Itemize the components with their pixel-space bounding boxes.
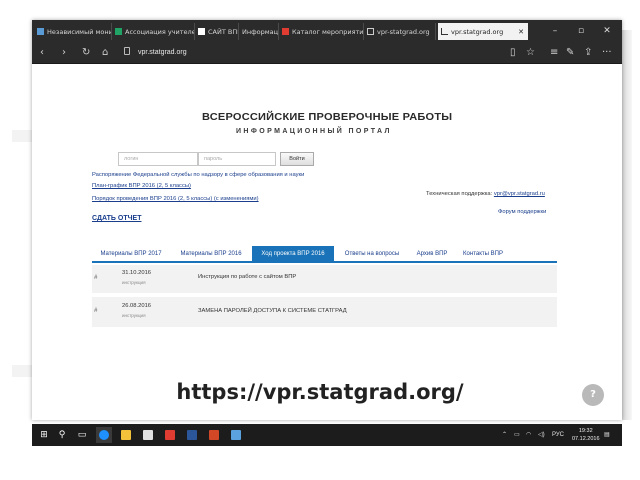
favorite-star-icon[interactable]: ☆ — [526, 45, 535, 61]
word-icon[interactable] — [184, 427, 200, 443]
support-label: Техническая поддержка: — [426, 191, 493, 197]
tab-label: Информация — [242, 27, 279, 36]
more-icon[interactable]: ··· — [602, 45, 612, 61]
address-bar: ‹ › ↻ ⌂ vpr.statgrad.org ▯ ☆ ≡ ✎ ⇪ ··· — [32, 42, 622, 64]
slide-shadow — [622, 30, 632, 420]
tab-favicon-icon — [37, 28, 44, 35]
row-number: # — [94, 308, 98, 314]
row-category: инструкция — [122, 313, 146, 318]
row-date: 31.10.2016 — [122, 270, 152, 276]
submit-report-link[interactable]: СДАТЬ ОТЧЕТ — [92, 215, 142, 222]
share-icon[interactable]: ⇪ — [584, 45, 592, 61]
login-input[interactable]: логин — [118, 152, 198, 166]
browser-tab-active[interactable]: vpr.statgrad.org ✕ — [438, 23, 528, 40]
tab-favicon-icon — [115, 28, 122, 35]
clock[interactable]: 19:32 07.12.2016 — [572, 427, 600, 443]
tab-close-icon[interactable]: ✕ — [518, 28, 524, 36]
forward-icon[interactable]: › — [62, 45, 66, 61]
tab-label: vpr.statgrad.org — [451, 27, 504, 36]
tab-materials-2017[interactable]: Материалы ВПР 2017 — [92, 246, 170, 263]
paint-icon[interactable] — [228, 427, 244, 443]
tab-favicon-icon — [198, 28, 205, 35]
browser-tab[interactable]: vpr-statgrad.org — [364, 23, 436, 40]
tab-favicon-icon — [282, 28, 289, 35]
browser-tab[interactable]: Каталог мероприятий — [279, 23, 364, 40]
support-email-link[interactable]: vpr@vpr.statgrad.ru — [494, 191, 545, 197]
page-subtitle: ИНФОРМАЦИОННЫЙ ПОРТАЛ — [236, 128, 392, 135]
link-schedule[interactable]: План-график ВПР 2016 (2, 5 классы) — [92, 183, 191, 189]
notifications-icon[interactable]: ▤ — [604, 428, 610, 442]
powerpoint-icon[interactable] — [206, 427, 222, 443]
url-field[interactable]: vpr.statgrad.org — [138, 46, 187, 60]
portal-tabs: Материалы ВПР 2017 Материалы ВПР 2016 Хо… — [92, 243, 557, 263]
browser-tab[interactable]: САЙТ ВПР — [195, 23, 239, 40]
browser-tab[interactable]: Независимый мониторинг — [34, 23, 112, 40]
minimize-button[interactable]: – — [542, 23, 568, 39]
home-icon[interactable]: ⌂ — [102, 45, 108, 61]
support-info: Техническая поддержка: vpr@vpr.statgrad.… — [426, 191, 545, 197]
tab-label: Независимый мониторинг — [47, 27, 111, 36]
password-input[interactable]: пароль — [198, 152, 276, 166]
tab-label: vpr-statgrad.org — [377, 27, 430, 36]
login-button[interactable]: Войти — [280, 152, 314, 166]
language-indicator[interactable]: РУС — [552, 428, 564, 442]
table-row[interactable]: # 31.10.2016 инструкция Инструкция по ра… — [92, 265, 557, 293]
edge-icon[interactable] — [96, 427, 112, 443]
tab-materials-2016[interactable]: Материалы ВПР 2016 — [172, 246, 250, 263]
tab-bar: Независимый мониторинг Ассоциация учител… — [32, 20, 622, 42]
browser-tab[interactable]: Информация — [239, 23, 279, 40]
tab-favicon-icon — [367, 28, 374, 35]
clock-date: 07.12.2016 — [572, 436, 600, 442]
tab-faq[interactable]: Ответы на вопросы — [336, 246, 408, 263]
browser-tab[interactable]: Ассоциация учителей — [112, 23, 195, 40]
link-order[interactable]: Распоряжение Федеральной службы по надзо… — [92, 172, 304, 178]
tab-label: Ассоциация учителей — [125, 27, 195, 36]
slide: Независимый мониторинг Ассоциация учител… — [0, 0, 640, 480]
refresh-icon[interactable]: ↻ — [82, 45, 90, 61]
tab-contacts[interactable]: Контакты ВПР — [456, 246, 510, 263]
reading-view-icon[interactable]: ▯ — [510, 45, 516, 61]
link-procedure[interactable]: Порядок проведения ВПР 2016 (2, 5 классы… — [92, 196, 259, 202]
page-content: ВСЕРОССИЙСКИЕ ПРОВЕРОЧНЫЕ РАБОТЫ ИНФОРМА… — [32, 65, 622, 420]
tab-label: САЙТ ВПР — [208, 27, 239, 36]
row-title[interactable]: ЗАМЕНА ПАРОЛЕЙ ДОСТУПА К СИСТЕМЕ СТАТГРА… — [198, 308, 347, 314]
pdf-reader-icon[interactable] — [162, 427, 178, 443]
volume-icon[interactable]: ◁) — [538, 428, 545, 442]
search-icon[interactable]: ⚲ — [54, 427, 70, 443]
tab-progress-2016[interactable]: Ход проекта ВПР 2016 — [252, 246, 334, 263]
back-icon[interactable]: ‹ — [40, 45, 44, 61]
task-view-icon[interactable]: ▭ — [74, 427, 90, 443]
help-icon[interactable]: ? — [582, 384, 604, 406]
tab-favicon-icon — [441, 28, 448, 35]
clock-time: 19:32 — [578, 428, 593, 434]
url-caption: https://vpr.statgrad.org/ — [176, 380, 464, 404]
row-number: # — [94, 275, 98, 281]
windows-start-icon[interactable]: ⊞ — [36, 427, 52, 443]
row-title[interactable]: Инструкция по работе с сайтом ВПР — [198, 274, 296, 280]
tray-chevron-icon[interactable]: ⌃ — [502, 428, 507, 442]
browser-window: Независимый мониторинг Ассоциация учител… — [32, 20, 622, 420]
taskbar: ⊞ ⚲ ▭ ⌃ ▭ ◠ ◁) РУС 19:32 07.12.2016 ▤ — [32, 424, 622, 446]
network-icon[interactable]: ◠ — [526, 428, 531, 442]
forum-link[interactable]: Форум поддержки — [498, 209, 546, 215]
page-title: ВСЕРОССИЙСКИЕ ПРОВЕРОЧНЫЕ РАБОТЫ — [202, 111, 453, 123]
close-window-button[interactable]: ✕ — [594, 23, 620, 39]
table-row[interactable]: # 26.08.2016 инструкция ЗАМЕНА ПАРОЛЕЙ Д… — [92, 297, 557, 327]
tab-archive[interactable]: Архив ВПР — [410, 246, 454, 263]
battery-icon[interactable]: ▭ — [514, 428, 520, 442]
lock-icon — [124, 47, 130, 55]
web-note-icon[interactable]: ✎ — [566, 45, 574, 61]
hub-icon[interactable]: ≡ — [550, 45, 558, 61]
row-category: инструкция — [122, 280, 146, 285]
tab-label: Каталог мероприятий — [292, 27, 364, 36]
row-date: 26.08.2016 — [122, 303, 152, 309]
maximize-button[interactable]: ▫ — [568, 23, 594, 39]
store-icon[interactable] — [140, 427, 156, 443]
file-explorer-icon[interactable] — [118, 427, 134, 443]
